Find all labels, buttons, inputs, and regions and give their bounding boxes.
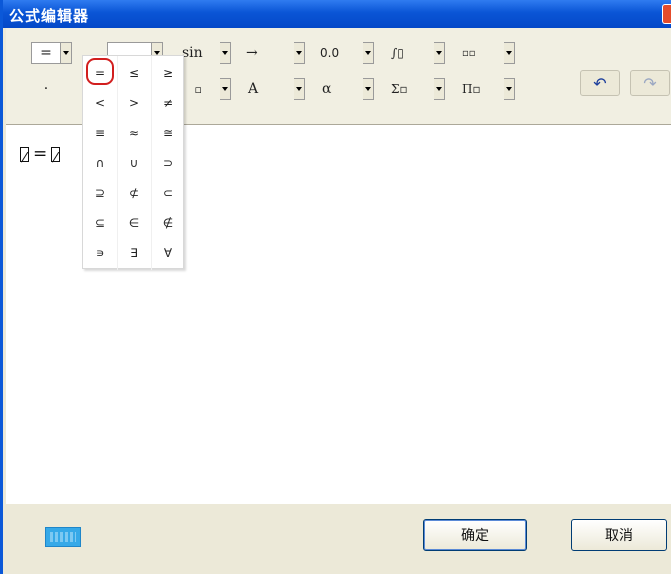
undo-icon[interactable]: ↶ [580, 70, 620, 96]
arrow-template-label: → [246, 45, 258, 61]
relation-symbol-option[interactable]: ∍ [83, 238, 117, 268]
product-dropdown-arrow[interactable] [504, 78, 515, 100]
matrix-template-button[interactable]: ▫▫ [452, 42, 502, 64]
dot-template-button[interactable]: · [31, 78, 61, 100]
relation-symbol-option[interactable]: ⊃ [151, 148, 185, 178]
ok-button[interactable]: 确定 [423, 519, 527, 551]
relation-symbol-option[interactable]: > [117, 88, 151, 118]
relation-symbols-dropdown: = ≤ ≥ < > ≠ ≡ ≈ ≅ ∩ ∪ ⊃ ⊇ ⊄ ⊂ ⊆ ∈ ∉ ∍ ∃ ∀ [82, 55, 185, 270]
titlebar[interactable]: 公式编辑器 [3, 0, 671, 28]
relation-template-label: = [40, 45, 52, 61]
relation-symbol-option[interactable]: ≈ [117, 118, 151, 148]
greek-dropdown-arrow[interactable] [363, 78, 374, 100]
ok-button-label: 确定 [461, 528, 489, 544]
matrix-template-label: ▫▫ [462, 47, 476, 59]
relation-symbol-option[interactable]: ⊂ [151, 178, 185, 208]
cancel-button-label: 取消 [605, 528, 633, 544]
relation-symbol-option[interactable]: ∪ [117, 148, 151, 178]
fraction2-template-label: ▫ [194, 82, 202, 96]
sum-template-label: Σ▫ [391, 82, 408, 96]
greek-template-label: α [322, 81, 332, 97]
relation-symbol-option[interactable]: ≡ [83, 118, 117, 148]
integral-template-label: ∫▯ [391, 46, 404, 60]
redo-icon[interactable]: ↷ [630, 70, 670, 96]
dot-template-label: · [43, 81, 49, 97]
decoration-dropdown-arrow[interactable] [363, 42, 374, 64]
matrix-dropdown-arrow[interactable] [504, 42, 515, 64]
function-dropdown-arrow[interactable] [220, 42, 231, 64]
sum-template-button[interactable]: Σ▫ [381, 78, 431, 100]
relation-symbol-option[interactable]: ≠ [151, 88, 185, 118]
product-template-button[interactable]: Π▫ [452, 78, 502, 100]
font-template-label: A [248, 81, 259, 97]
formula-expression[interactable]: = [20, 144, 61, 164]
right-placeholder-slot[interactable] [51, 146, 61, 162]
relation-symbol-option[interactable]: ≤ [117, 58, 151, 88]
arrow-dropdown-arrow[interactable] [294, 42, 305, 64]
cancel-button[interactable]: 取消 [571, 519, 667, 551]
relation-symbol-option[interactable]: ∃ [117, 238, 151, 268]
relation-symbol-option[interactable]: ⊇ [83, 178, 117, 208]
relation-symbol-option[interactable]: ≥ [151, 58, 185, 88]
relation-symbol-option[interactable]: ≅ [151, 118, 185, 148]
formula-editor-window: 公式编辑器 = sin → 0.0 ∫▯ ▫▫ ↶ ↷ · ▫ A α Σ▫ Π… [0, 0, 671, 574]
relation-template-button[interactable]: = [31, 42, 61, 64]
formula-operator: = [33, 144, 48, 164]
relation-symbol-option[interactable]: ⊆ [83, 208, 117, 238]
relation-symbol-option[interactable]: ∈ [117, 208, 151, 238]
selected-symbol-highlight [86, 58, 114, 85]
decoration-template-button[interactable]: 0.0 [312, 42, 360, 64]
product-template-label: Π▫ [462, 82, 481, 96]
arrow-template-button[interactable]: → [238, 42, 290, 64]
greek-template-button[interactable]: α [312, 78, 360, 100]
keyboard-icon[interactable] [45, 527, 81, 547]
font-template-button[interactable]: A [238, 78, 290, 100]
fraction2-dropdown-arrow[interactable] [220, 78, 231, 100]
relation-symbol-option[interactable]: ∉ [151, 208, 185, 238]
relation-symbol-option[interactable]: ∩ [83, 148, 117, 178]
relation-symbol-option[interactable]: ⊄ [117, 178, 151, 208]
sum-dropdown-arrow[interactable] [434, 78, 445, 100]
relation-dropdown-arrow[interactable] [61, 42, 72, 64]
close-icon[interactable] [662, 4, 671, 24]
window-title: 公式编辑器 [9, 7, 90, 25]
relation-symbol-option[interactable]: ∀ [151, 238, 185, 268]
integral-dropdown-arrow[interactable] [434, 42, 445, 64]
font-dropdown-arrow[interactable] [294, 78, 305, 100]
relation-symbol-option[interactable]: < [83, 88, 117, 118]
decoration-template-label: 0.0 [320, 46, 340, 60]
integral-template-button[interactable]: ∫▯ [381, 42, 431, 64]
left-placeholder-slot[interactable] [20, 146, 29, 162]
